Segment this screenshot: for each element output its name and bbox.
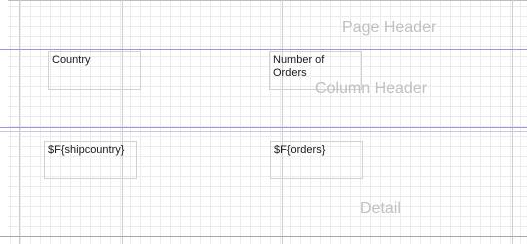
bottom-margin-guide — [0, 236, 527, 237]
orders-field[interactable]: $F{orders} — [270, 141, 363, 179]
detail-band-label: Detail — [360, 200, 401, 217]
page-header-band-label: Page Header — [342, 19, 437, 36]
column-guide — [282, 0, 283, 244]
shipcountry-field[interactable]: $F{shipcountry} — [44, 141, 137, 179]
country-header-label[interactable]: Country — [48, 51, 141, 90]
column-header-band-label: Column Header — [315, 80, 428, 97]
column-guide — [122, 0, 123, 244]
left-margin-guide — [19, 0, 20, 244]
column-header-band-separator[interactable] — [0, 127, 527, 128]
right-margin-guide — [512, 0, 513, 244]
report-design-canvas[interactable] — [8, 0, 527, 244]
page-header-band-separator[interactable] — [0, 49, 527, 50]
column-header-band-separator-secondary — [0, 131, 527, 132]
page-top-edge — [8, 0, 527, 1]
